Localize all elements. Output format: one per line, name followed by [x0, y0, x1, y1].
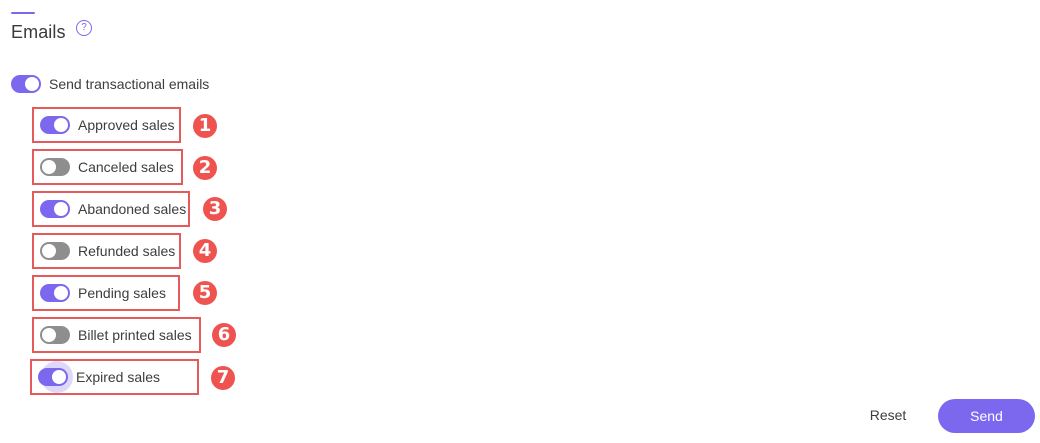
email-type-row-canceled[interactable]: Canceled sales [32, 149, 183, 185]
annotation-badge-4: 4 [193, 239, 217, 263]
approved-sales-label: Approved sales [78, 117, 175, 133]
expired-sales-label: Expired sales [76, 369, 161, 385]
abandoned-sales-label: Abandoned sales [78, 201, 187, 217]
annotation-badge-6: 6 [212, 323, 236, 347]
pending-sales-label: Pending sales [78, 285, 166, 301]
refunded-sales-toggle[interactable] [40, 242, 70, 260]
canceled-sales-label: Canceled sales [78, 159, 174, 175]
section-accent-line [11, 12, 35, 14]
master-toggle-row[interactable]: Send transactional emails [11, 75, 209, 93]
email-type-row-expired[interactable]: Expired sales [30, 359, 199, 395]
email-type-row-approved[interactable]: Approved sales [32, 107, 181, 143]
pending-sales-toggle[interactable] [40, 284, 70, 302]
send-button[interactable]: Send [938, 399, 1035, 433]
send-transactional-toggle[interactable] [11, 75, 41, 93]
annotation-badge-2: 2 [193, 156, 217, 180]
toggle-knob [42, 328, 56, 342]
refunded-sales-label: Refunded sales [78, 243, 176, 259]
annotation-badge-5: 5 [193, 281, 217, 305]
toggle-knob [52, 370, 66, 384]
annotation-badge-7: 7 [211, 366, 235, 390]
email-type-row-pending[interactable]: Pending sales [32, 275, 180, 311]
toggle-knob [54, 202, 68, 216]
approved-sales-toggle[interactable] [40, 116, 70, 134]
billet-printed-sales-toggle[interactable] [40, 326, 70, 344]
email-type-row-billet-printed[interactable]: Billet printed sales [32, 317, 201, 353]
expired-sales-toggle[interactable] [38, 361, 73, 393]
toggle-knob [54, 118, 68, 132]
billet-printed-sales-label: Billet printed sales [78, 327, 192, 343]
reset-button[interactable]: Reset [858, 400, 918, 430]
annotation-badge-3: 3 [203, 197, 227, 221]
abandoned-sales-toggle[interactable] [40, 200, 70, 218]
canceled-sales-toggle[interactable] [40, 158, 70, 176]
toggle-knob [54, 286, 68, 300]
help-icon[interactable]: ? [76, 20, 92, 36]
toggle-knob [42, 160, 56, 174]
send-transactional-label: Send transactional emails [49, 76, 210, 92]
email-type-row-abandoned[interactable]: Abandoned sales [32, 191, 190, 227]
toggle-knob [42, 244, 56, 258]
email-type-row-refunded[interactable]: Refunded sales [32, 233, 181, 269]
toggle-knob [25, 77, 39, 91]
annotation-badge-1: 1 [193, 114, 217, 138]
section-title: Emails [11, 22, 66, 42]
